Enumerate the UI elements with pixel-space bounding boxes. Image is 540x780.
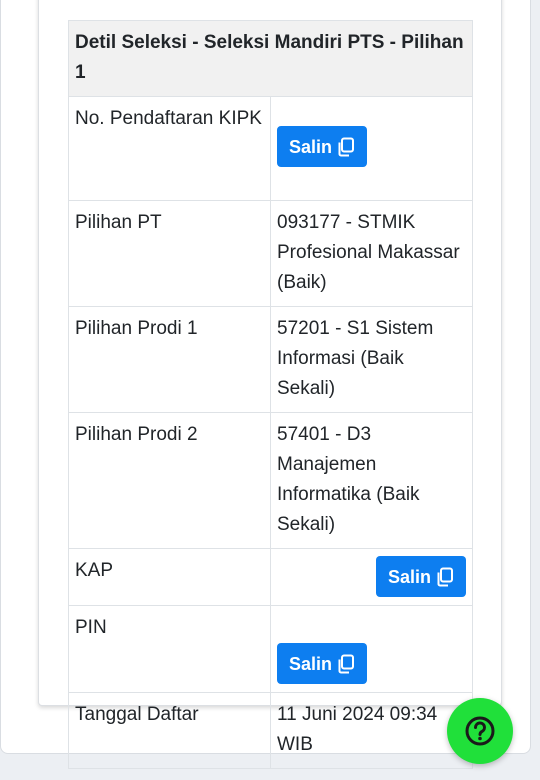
table-row: Pilihan Prodi 1 57201 - S1 Sistem Inform… [68,306,473,413]
copy-kipk-button[interactable]: Salin [277,126,368,167]
help-button[interactable] [447,698,513,764]
copy-pin-button[interactable]: Salin [277,643,368,684]
row-value-kipk: Salin [270,96,473,201]
row-value-prodi2: 57401 - D3 Manajemen Informatika (Baik S… [270,412,473,549]
copy-icon [437,567,453,586]
question-circle-icon [465,716,495,746]
copy-icon [338,654,355,673]
table-row: PIN Salin [68,605,473,693]
row-label-pin: PIN [68,605,271,693]
row-label-tanggal: Tanggal Daftar [68,692,271,769]
row-label-kap: KAP [68,548,271,606]
row-label-pt: Pilihan PT [68,200,271,307]
table-row: Pilihan Prodi 2 57401 - D3 Manajemen Inf… [68,412,473,549]
copy-button-label: Salin [289,653,333,674]
table-title: Detil Seleksi - Seleksi Mandiri PTS - Pi… [68,20,473,97]
row-value-pt: 093177 - STMIK Profesional Makassar (Bai… [270,200,473,307]
table-row: No. Pendaftaran KIPK Salin [68,96,473,201]
table-row: Pilihan PT 093177 - STMIK Profesional Ma… [68,200,473,307]
row-label-kipk: No. Pendaftaran KIPK [68,96,271,201]
masked-value [277,613,466,643]
row-label-prodi1: Pilihan Prodi 1 [68,306,271,413]
table-header-row: Detil Seleksi - Seleksi Mandiri PTS - Pi… [68,20,473,97]
masked-value [277,556,376,578]
row-label-prodi2: Pilihan Prodi 2 [68,412,271,549]
table-row: Tanggal Daftar 11 Juni 2024 09:34 WIB [68,692,473,769]
kap-value-row: Salin [277,556,466,597]
row-value-pin: Salin [270,605,473,693]
selection-detail-table: Detil Seleksi - Seleksi Mandiri PTS - Pi… [68,20,473,769]
copy-kap-button[interactable]: Salin [375,556,466,597]
copy-icon [338,137,355,156]
copy-button-label: Salin [387,566,431,587]
copy-button-label: Salin [289,136,333,157]
row-value-kap: Salin [270,548,473,606]
masked-value [277,104,466,126]
row-value-prodi1: 57201 - S1 Sistem Informasi (Baik Sekali… [270,306,473,413]
row-value-tanggal: 11 Juni 2024 09:34 WIB [270,692,473,769]
table-row: KAP Salin [68,548,473,606]
